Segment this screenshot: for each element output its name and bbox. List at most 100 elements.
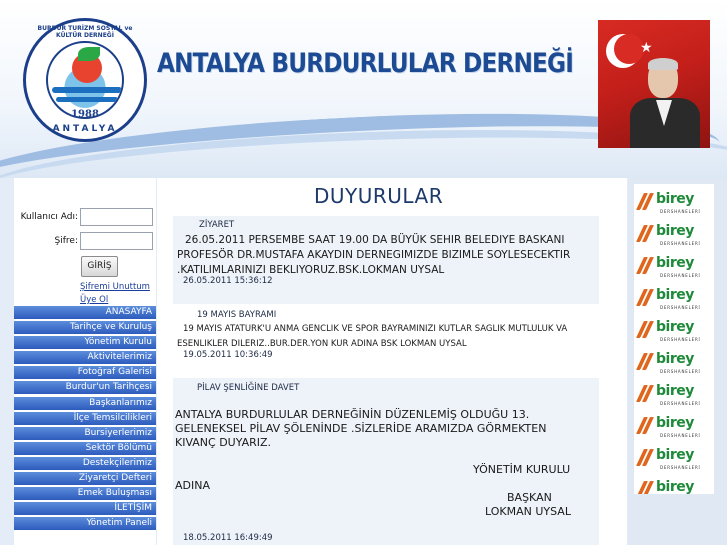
birey-logo-icon — [636, 225, 654, 242]
menu-item-yonetim-paneli[interactable]: Yönetim Paneli — [14, 517, 156, 531]
sponsor-brand: birey — [656, 447, 694, 463]
sponsor-brand: birey — [656, 223, 694, 239]
sponsor-banner[interactable]: birey DERSHANELERİ — [634, 380, 714, 411]
announcement-date: 18.05.2011 16:49:49 — [183, 533, 273, 543]
sponsor-brand: birey — [656, 287, 694, 303]
right-sidebar: birey DERSHANELERİ birey DERSHANELERİ birey D… — [628, 178, 727, 545]
signature-adina: ADINA — [175, 479, 210, 492]
announcement-item: PİLAV ŞENLİĞİNE DAVET ANTALYA BURDURLULA… — [173, 378, 599, 545]
announcement-body: ANTALYA BURDURLULAR DERNEĞİNİN DÜZENLEMİ… — [175, 408, 546, 450]
sponsor-subtitle: DERSHANELERİ — [660, 273, 701, 278]
birey-logo-icon — [636, 481, 654, 494]
site-header: BURDUR TURİZM SOSYAL ve KÜLTÜR DERNEĞİ 1… — [0, 0, 727, 178]
wave-icon — [52, 87, 122, 93]
birey-logo-icon — [636, 449, 654, 466]
birey-logo-icon — [636, 321, 654, 338]
logo-year: 1988 — [71, 109, 99, 120]
sponsor-banner[interactable]: birey DERSHANELERİ — [634, 220, 714, 251]
password-label: Şifre: — [54, 236, 78, 246]
announcement-title[interactable]: PİLAV ŞENLİĞİNE DAVET — [197, 383, 299, 393]
announcement-line: 19 MAYIS ATATURK'U ANMA GENCLIK VE SPOR … — [183, 324, 568, 334]
main-menu: ANASAYFA Tarihçe ve Kuruluş Yönetim Kuru… — [14, 306, 156, 532]
announcement-title[interactable]: ZİYARET — [199, 220, 234, 230]
menu-item-destekciler[interactable]: Destekçilerimiz — [14, 456, 156, 470]
star-icon: ★ — [640, 40, 653, 56]
signature-name: LOKMAN UYSAL — [485, 505, 571, 518]
sponsor-banner[interactable]: birey DERSHANELERİ — [634, 412, 714, 443]
menu-item-emek-bulusmasi[interactable]: Emek Buluşması — [14, 487, 156, 501]
ataturk-portrait: ★ — [598, 20, 710, 148]
password-input[interactable] — [80, 232, 153, 250]
menu-item-ziyaretci-defteri[interactable]: Ziyaretçi Defteri — [14, 472, 156, 486]
birey-logo-icon — [636, 353, 654, 370]
announcement-line: 26.05.2011 PERSEMBE SAAT 19.00 DA BÜYÜK … — [185, 234, 565, 246]
sponsor-banner[interactable]: birey DERSHANELERİ — [634, 444, 714, 475]
sponsor-brand: birey — [656, 383, 694, 399]
announcement-date: 26.05.2011 15:36:12 — [183, 276, 273, 286]
menu-item-iletisim[interactable]: İLETİŞİM — [14, 502, 156, 516]
sponsor-banner[interactable]: birey DERSHANELERİ — [634, 316, 714, 347]
sponsor-brand: birey — [656, 479, 694, 494]
announcement-item: 19 MAYIS BAYRAMI 19 MAYIS ATATURK'U ANMA… — [173, 304, 599, 372]
wave-icon-lower — [56, 97, 118, 102]
login-button[interactable]: GİRİŞ — [81, 256, 118, 277]
sponsor-brand: birey — [656, 255, 694, 271]
association-logo[interactable]: BURDUR TURİZM SOSYAL ve KÜLTÜR DERNEĞİ 1… — [23, 18, 147, 142]
menu-item-burdur-tarihcesi[interactable]: Burdur'un Tarihçesi — [14, 381, 156, 395]
logo-city: ANTALYA — [52, 124, 118, 134]
page-title: DUYURULAR — [314, 184, 444, 208]
announcement-line: PROFESÖR DR.MUSTAFA AKAYDIN DERNEGIMIZDE… — [177, 249, 571, 261]
sponsor-banner[interactable]: birey DERSHANELERİ — [634, 284, 714, 315]
portrait-hair — [648, 58, 678, 70]
sponsor-brand: birey — [656, 351, 694, 367]
forgot-password-link[interactable]: Şifremi Unuttum — [80, 282, 150, 292]
register-link[interactable]: Üye Ol — [80, 295, 108, 305]
menu-item-ilce-temsilcilikleri[interactable]: İlçe Temsilcilikleri — [14, 411, 156, 425]
announcement-body: 19 MAYIS ATATURK'U ANMA GENCLIK VE SPOR … — [177, 322, 568, 352]
menu-item-bursiyerler[interactable]: Bursiyerlerimiz — [14, 426, 156, 440]
announcement-line: GELENEKSEL PİLAV ŞÖLENİNDE .SİZLERİDE AR… — [175, 422, 547, 435]
sponsor-subtitle: DERSHANELERİ — [660, 305, 701, 310]
menu-item-baskanlar[interactable]: Başkanlarımız — [14, 396, 156, 410]
birey-logo-icon — [636, 289, 654, 306]
sponsor-subtitle: DERSHANELERİ — [660, 433, 701, 438]
left-sidebar: Kullanıcı Adı: Şifre: GİRİŞ Şifremi Unut… — [14, 178, 156, 545]
main-content: DUYURULAR ZİYARET 26.05.2011 PERSEMBE SA… — [157, 178, 627, 545]
leaf-icon — [78, 47, 100, 61]
menu-item-aktiviteler[interactable]: Aktivitelerimiz — [14, 351, 156, 365]
sponsor-banner[interactable]: bireyDERSHANELERİ — [634, 188, 714, 219]
announcement-line: ANTALYA BURDURLULAR DERNEĞİNİN DÜZENLEMİ… — [175, 408, 530, 421]
logo-emblem — [46, 41, 124, 119]
birey-logo-icon — [636, 385, 654, 402]
menu-item-tarihce[interactable]: Tarihçe ve Kuruluş — [14, 321, 156, 335]
sponsor-ads: birey DERSHANELERİ birey DERSHANELERİ birey D… — [634, 184, 714, 494]
sponsor-subtitle: DERSHANELERİ — [660, 465, 701, 470]
site-title: ANTALYA BURDURLULAR DERNEĞİ — [157, 48, 574, 79]
sponsor-subtitle: DERSHANELERİ — [660, 337, 701, 342]
logo-ring-text: BURDUR TURİZM SOSYAL ve KÜLTÜR DERNEĞİ — [37, 25, 133, 39]
sponsor-subtitle: DERSHANELERİ — [660, 241, 701, 246]
announcement-title[interactable]: 19 MAYIS BAYRAMI — [197, 310, 276, 320]
menu-item-yonetim-kurulu[interactable]: Yönetim Kurulu — [14, 336, 156, 350]
sponsor-brand: birey — [656, 415, 694, 431]
sponsor-subtitle: DERSHANELERİ — [660, 369, 701, 374]
birey-logo-icon — [636, 257, 654, 274]
announcement-date: 19.05.2011 10:36:49 — [183, 350, 273, 360]
signature-committee: YÖNETİM KURULU — [473, 463, 571, 476]
sponsor-banner[interactable]: birey DERSHANELERİ — [634, 348, 714, 379]
announcement-item: ZİYARET 26.05.2011 PERSEMBE SAAT 19.00 D… — [173, 216, 599, 304]
birey-logo-icon — [636, 417, 654, 434]
menu-item-sektor-bolumu[interactable]: Sektör Bölümü — [14, 441, 156, 455]
username-label: Kullanıcı Adı: — [20, 212, 78, 222]
sponsor-subtitle: DERSHANELERİ — [660, 401, 701, 406]
menu-item-anasayfa[interactable]: ANASAYFA — [14, 306, 156, 319]
username-input[interactable] — [80, 208, 153, 226]
sponsor-brand: birey — [656, 319, 694, 335]
sponsor-banner[interactable]: birey DERSHANELERİ — [634, 252, 714, 283]
sponsor-banner[interactable]: bireyDERSHANELERİ — [634, 476, 714, 494]
birey-logo-icon — [636, 193, 654, 210]
menu-item-fotograf-galerisi[interactable]: Fotoğraf Galerisi — [14, 366, 156, 380]
announcement-line: KIVANÇ DUYARIZ. — [175, 436, 272, 449]
announcement-body: 26.05.2011 PERSEMBE SAAT 19.00 DA BÜYÜK … — [177, 233, 570, 278]
sponsor-brand: birey — [656, 191, 694, 207]
